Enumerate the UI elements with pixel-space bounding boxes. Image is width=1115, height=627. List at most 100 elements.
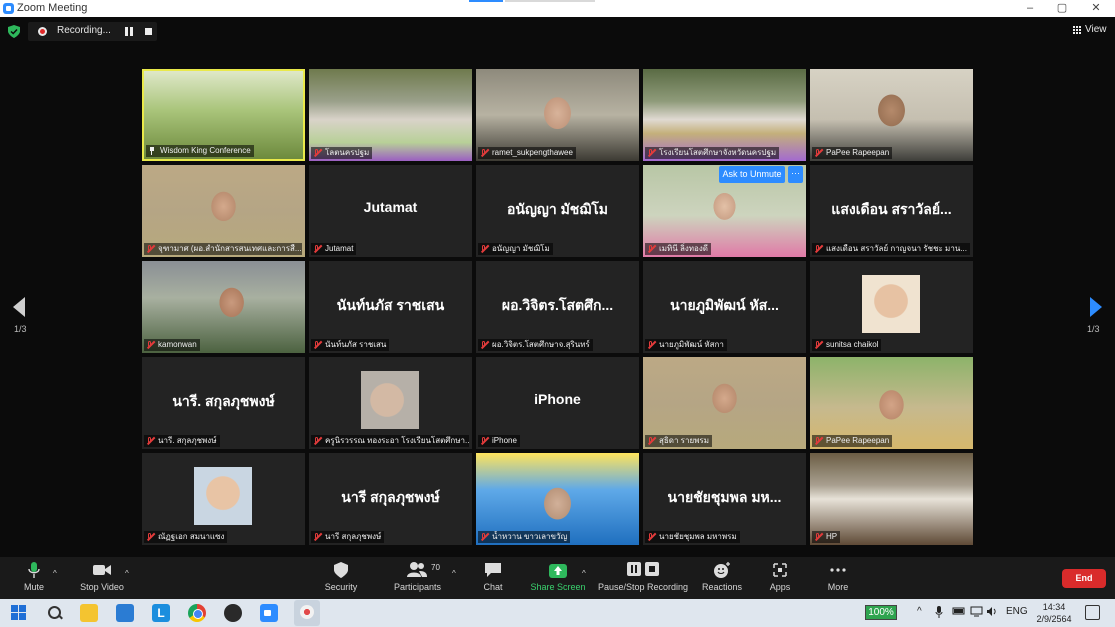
participant-tile[interactable]: แสงเดือน สราวัลย์... แสงเดือน สราวัลย์ กา… — [810, 165, 973, 257]
participant-name-label: ครูนิรวรรณ ทองระอา โรงเรียนโสตศึกษา... — [311, 435, 469, 447]
apps-icon — [770, 561, 790, 579]
close-button[interactable]: ✕ — [1086, 1, 1106, 15]
participant-tile[interactable]: ผอ.วิจิตร.โสตศึก... ผอ.วิจิตร.โสตศึกษาจ.ส… — [476, 261, 639, 353]
smiley-plus-icon — [712, 561, 732, 579]
mute-button[interactable]: Mute — [22, 561, 46, 592]
participant-name-label: นายชัยชุมพล มหาพรม — [645, 531, 740, 543]
participant-display-name: iPhone — [534, 391, 581, 407]
next-page-arrow-icon[interactable] — [1090, 297, 1102, 317]
tray-network-icon[interactable] — [970, 606, 983, 620]
participant-name-label: PaPee Rapeepan — [812, 147, 893, 159]
active-app-icon[interactable] — [294, 600, 320, 626]
language-indicator[interactable]: ENG — [1006, 606, 1028, 617]
audio-options-chevron-icon[interactable]: ^ — [53, 569, 57, 578]
participant-display-name: Jutamat — [363, 199, 418, 215]
participant-name-label: ผอ.วิจิตร.โสตศึกษาจ.สุรินทร์ — [478, 339, 593, 351]
participant-tile[interactable]: นันท์นภัส ราชเสน นันท์นภัส ราชเสน — [309, 261, 472, 353]
ask-to-unmute-button[interactable]: Ask to Unmute — [719, 166, 785, 183]
muted-microphone-icon — [480, 149, 488, 157]
file-explorer-icon[interactable] — [80, 604, 98, 622]
apps-button[interactable]: Apps — [768, 561, 792, 592]
tray-microphone-icon[interactable] — [935, 606, 943, 621]
tray-volume-icon[interactable] — [986, 606, 998, 620]
windows-start-icon[interactable] — [10, 604, 28, 622]
participant-tile[interactable]: นารี. สกุลภุชพงษ์ นารี. สกุลภุชพงษ์ — [142, 357, 305, 449]
participant-display-name: นายชัยชุมพล มห... — [667, 489, 782, 505]
participant-tile[interactable]: ณัฏฐเอก สมนาแซง — [142, 453, 305, 545]
participant-tile[interactable]: Jutamat Jutamat — [309, 165, 472, 257]
muted-microphone-icon — [313, 437, 321, 445]
taskbar-clock[interactable]: 14:34 2/9/2564 — [1034, 601, 1074, 625]
recording-label: Recording... — [57, 25, 111, 36]
pause-recording-button[interactable] — [125, 27, 133, 36]
chat-button[interactable]: Chat — [482, 561, 504, 592]
muted-microphone-icon — [313, 341, 321, 349]
participant-tile[interactable]: โลตนครปฐม — [309, 69, 472, 161]
participant-tile[interactable]: PaPee Rapeepan — [810, 69, 973, 161]
muted-microphone-icon — [146, 533, 154, 541]
pause-stop-recording-button[interactable]: Pause/Stop Recording — [598, 561, 688, 592]
participant-tile[interactable]: โรงเรียนโสตศึกษาจังหวัดนครปฐม — [643, 69, 806, 161]
tray-battery-icon[interactable] — [952, 606, 966, 619]
zoom-taskbar-icon[interactable] — [260, 604, 278, 622]
previous-page-arrow-icon[interactable] — [13, 297, 25, 317]
participant-display-name: นารี สกุลภุชพงษ์ — [341, 489, 440, 505]
participant-tile[interactable]: นายชัยชุมพล มห... นายชัยชุมพล มหาพรม — [643, 453, 806, 545]
participant-name-label: นารี. สกุลภุชพงษ์ — [144, 435, 220, 447]
l-app-icon[interactable]: L — [152, 604, 170, 622]
minimize-button[interactable]: – — [1020, 1, 1040, 15]
participant-more-button[interactable]: ··· — [788, 166, 803, 183]
participant-tile[interactable]: จุฑามาศ (ผอ.สำนักสารสนเทศและการสื... — [142, 165, 305, 257]
participant-tile[interactable]: kamonwan — [142, 261, 305, 353]
muted-microphone-icon — [313, 533, 321, 541]
participant-tile[interactable]: Wisdom King Conference — [142, 69, 305, 161]
maximize-button[interactable]: ▢ — [1052, 1, 1072, 15]
spotlight-pin-icon — [149, 147, 155, 155]
participant-tile[interactable]: HP — [810, 453, 973, 545]
clock-date: 2/9/2564 — [1036, 614, 1072, 624]
window-drag-indicator-track — [505, 0, 595, 2]
participant-profile-picture — [862, 275, 920, 333]
participant-tile[interactable]: สุธิดา รายพรม — [643, 357, 806, 449]
notification-center-icon[interactable] — [1085, 605, 1100, 620]
search-icon[interactable] — [46, 604, 64, 622]
end-meeting-button[interactable]: End — [1062, 569, 1106, 588]
security-button[interactable]: Security — [324, 561, 358, 592]
share-screen-button[interactable]: Share Screen — [530, 561, 586, 592]
muted-microphone-icon — [647, 245, 655, 253]
chrome-icon[interactable] — [188, 604, 206, 622]
stop-recording-button[interactable] — [145, 28, 152, 35]
participants-button[interactable]: 70 Participants — [394, 561, 441, 592]
participant-tile[interactable]: PaPee Rapeepan — [810, 357, 973, 449]
obs-icon[interactable] — [224, 604, 242, 622]
participant-tile[interactable]: iPhone iPhone — [476, 357, 639, 449]
participant-tile[interactable]: ครูนิรวรรณ ทองระอา โรงเรียนโสตศึกษา... — [309, 357, 472, 449]
muted-microphone-icon — [647, 149, 655, 157]
share-options-chevron-icon[interactable]: ^ — [582, 569, 586, 578]
participant-tile[interactable]: ramet_sukpengthawee — [476, 69, 639, 161]
mute-label: Mute — [23, 582, 44, 592]
tray-chevron-icon[interactable]: ^ — [917, 606, 922, 617]
more-button[interactable]: More — [826, 561, 850, 592]
view-button[interactable]: View — [1073, 24, 1107, 35]
participant-tile[interactable]: sunitsa chaikol — [810, 261, 973, 353]
grid-icon — [1073, 25, 1082, 34]
participant-tile[interactable]: นายภูมิพัฒน์ หัส... นายภูมิพัฒน์ หัสกา — [643, 261, 806, 353]
page-indicator-right: 1/3 — [1087, 324, 1100, 334]
security-shield-icon[interactable] — [8, 25, 20, 38]
video-camera-icon — [92, 561, 112, 579]
stop-video-button[interactable]: Stop Video — [80, 561, 124, 592]
battery-indicator[interactable]: 100% — [865, 605, 897, 620]
participant-tile[interactable]: นารี สกุลภุชพงษ์ นารี สกุลภุชพงษ์ — [309, 453, 472, 545]
participant-tile[interactable]: น้ำหวาน ขาวเลาขวัญ — [476, 453, 639, 545]
shield-icon — [331, 561, 351, 579]
participant-tile[interactable]: อนัญญา มัชฌิโม อนัญญา มัชฌิโม — [476, 165, 639, 257]
reactions-button[interactable]: Reactions — [702, 561, 742, 592]
participants-icon: 70 — [397, 561, 440, 579]
mail-icon[interactable] — [116, 604, 134, 622]
participants-options-chevron-icon[interactable]: ^ — [452, 569, 456, 578]
video-options-chevron-icon[interactable]: ^ — [125, 569, 129, 578]
participant-name-label: แสงเดือน สราวัลย์ กาญจนา รัชชะ มาน... — [812, 243, 970, 255]
muted-microphone-icon — [647, 533, 655, 541]
participant-name-label: นันท์นภัส ราชเสน — [311, 339, 390, 351]
